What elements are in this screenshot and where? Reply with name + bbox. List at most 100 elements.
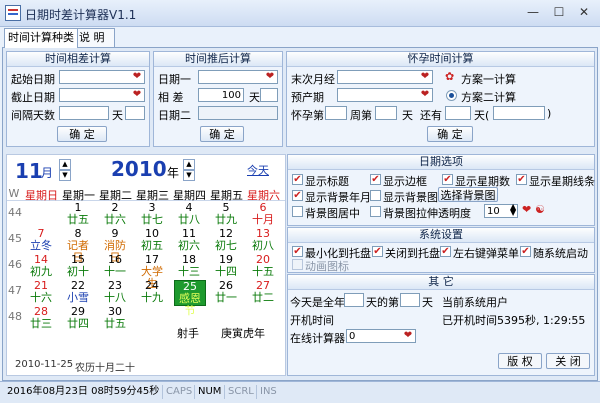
tab-calc-types[interactable]: 时间计算种类: [4, 28, 78, 48]
interval-unit-select[interactable]: [125, 106, 145, 120]
month-down-icon[interactable]: ▼: [59, 170, 71, 181]
checkbox-close-to-tray[interactable]: ✔: [372, 246, 383, 257]
checkbox-show-weeklines[interactable]: ✔: [516, 174, 527, 185]
week-number: 47: [8, 284, 22, 297]
lunar-label: 十八: [104, 291, 126, 304]
due-date-picker-icon[interactable]: ❤: [419, 89, 431, 101]
day-cell[interactable]: 16 十一: [100, 254, 130, 278]
day-cell[interactable]: 30 廿五: [100, 306, 130, 330]
last-period-label: 末次月经: [291, 73, 335, 86]
day-cell[interactable]: 28 廿三: [26, 306, 56, 330]
day-cell[interactable]: 6 十月: [248, 202, 278, 226]
online-calc-dropdown-icon[interactable]: ❤: [402, 330, 414, 342]
opacity-spinner-icon[interactable]: ▲ ▼: [510, 203, 516, 217]
interval-label: 间隔天数: [11, 109, 55, 122]
day-cell[interactable]: 18 十三: [174, 254, 204, 278]
month-up-icon[interactable]: ▲: [59, 159, 71, 170]
option1-label[interactable]: 方案一计算: [461, 71, 516, 87]
option2-label[interactable]: 方案二计算: [461, 89, 516, 105]
checkbox-show-bg-image[interactable]: [370, 190, 381, 201]
day-cell[interactable]: 25 感恩节: [174, 280, 206, 317]
panel-system: 系统设置 ✔ 最小化到托盘 ✔ 关闭到托盘 ✔ 左右键弹菜单 ✔ 随系统启动 动…: [287, 227, 595, 273]
day-cell[interactable]: 23 十八: [100, 280, 130, 304]
app-window: 日期时差计算器V1.1 — ☐ ✕ 时间计算种类 说 明 时间相差计算 起始日期…: [0, 0, 600, 403]
diff-confirm-button[interactable]: 确 定: [57, 126, 107, 142]
checkbox-bg-stretch[interactable]: [370, 206, 381, 217]
interval-days-field[interactable]: [59, 106, 109, 120]
end-date-picker-icon[interactable]: ❤: [131, 89, 143, 101]
day-grid: 44 1 廿五 2 廿六 3 廿七 4 廿八 5 廿九 6 十月 45 7 立冬 8 记者日 9 消防日 10 初五 11 初…: [7, 202, 285, 332]
day-cell[interactable]: 27 廿二: [248, 280, 278, 304]
day-cell[interactable]: 21 十六: [26, 280, 56, 304]
maximize-button[interactable]: ☐: [547, 3, 571, 21]
month-number: 11: [15, 159, 43, 183]
day-cell[interactable]: 5 廿九: [211, 202, 241, 226]
day-cell[interactable]: 24 十九: [137, 280, 167, 304]
year-day-field: [344, 293, 364, 307]
day-cell[interactable]: 20 十五: [248, 254, 278, 278]
preg-confirm-button[interactable]: 确 定: [427, 126, 473, 142]
online-calc-label: 在线计算器: [290, 332, 345, 345]
day-cell[interactable]: 2 廿六: [100, 202, 130, 226]
day-cell[interactable]: 4 廿八: [174, 202, 204, 226]
start-date-picker-icon[interactable]: ❤: [131, 71, 143, 83]
week-number: 44: [8, 206, 22, 219]
date1-picker-icon[interactable]: ❤: [264, 71, 276, 83]
day-cell[interactable]: 26 廿一: [211, 280, 241, 304]
close-button[interactable]: ✕: [572, 3, 596, 21]
day-cell[interactable]: 10 初五: [137, 228, 167, 252]
diff-label: 相 差: [158, 91, 184, 104]
select-bg-button[interactable]: 选择背景图: [438, 187, 498, 202]
weekday-header: W 星期日 星期一 星期二 星期三 星期四 星期五 星期六: [7, 185, 285, 202]
checkbox-autostart[interactable]: ✔: [520, 246, 531, 257]
start-date-label: 起始日期: [11, 73, 55, 86]
today-link[interactable]: 今天: [247, 162, 269, 178]
ganzhi-label: 庚寅虎年: [221, 327, 265, 340]
day-cell[interactable]: 12 初七: [211, 228, 241, 252]
day-cell[interactable]: 9 消防日: [100, 228, 130, 264]
checkbox-bg-center[interactable]: [292, 206, 303, 217]
day-cell[interactable]: 22 小雪: [63, 280, 93, 304]
shift-confirm-button[interactable]: 确 定: [200, 126, 244, 142]
checkbox-show-title[interactable]: ✔: [292, 174, 303, 185]
remain-unit: 天(: [474, 109, 490, 122]
panel-date-shift: 时间推后计算 日期一 ❤ 相 差 100 天 日期二 确 定: [153, 51, 283, 147]
close-to-tray-label: 关闭到托盘: [385, 247, 440, 260]
year-up-icon[interactable]: ▲: [183, 159, 195, 170]
checkbox-show-weekno[interactable]: ✔: [442, 174, 453, 185]
window-title: 日期时差计算器V1.1: [25, 8, 137, 22]
day-cell[interactable]: 15 初十: [63, 254, 93, 278]
option2-radio[interactable]: [446, 90, 457, 101]
checkbox-show-bg-year[interactable]: ✔: [292, 190, 303, 201]
anim-icon-label: 动画图标: [305, 260, 349, 273]
lunar-label: 初六: [178, 239, 200, 252]
checkbox-min-to-tray[interactable]: ✔: [292, 246, 303, 257]
show-border-label: 显示边框: [383, 175, 427, 188]
last-period-picker-icon[interactable]: ❤: [419, 71, 431, 83]
day-cell[interactable]: 17 大学生: [137, 254, 167, 290]
day-cell[interactable]: 13 初八: [248, 228, 278, 252]
day-cell[interactable]: 7 立冬: [26, 228, 56, 252]
day-cell[interactable]: 8 记者日: [63, 228, 93, 264]
checkbox-lr-menu[interactable]: ✔: [440, 246, 451, 257]
diff-value-field[interactable]: 100: [198, 88, 244, 102]
day-cell[interactable]: 3 廿七: [137, 202, 167, 226]
show-bg-year-label: 显示背景年月: [305, 191, 371, 204]
checkbox-show-border[interactable]: ✔: [370, 174, 381, 185]
minimize-button[interactable]: —: [521, 3, 545, 21]
lunar-label: 大学生: [141, 265, 163, 290]
year-down-icon[interactable]: ▼: [183, 170, 195, 181]
day-cell[interactable]: 14 初九: [26, 254, 56, 278]
diff-unit-select[interactable]: [260, 88, 278, 102]
boot-time-label: 开机时间: [290, 314, 334, 327]
copyright-button[interactable]: 版 权: [498, 353, 542, 369]
day-cell[interactable]: 29 廿四: [63, 306, 93, 330]
lunar-label: 十五: [252, 265, 274, 278]
day-cell[interactable]: 11 初六: [174, 228, 204, 252]
close-app-button[interactable]: 关 闭: [546, 353, 590, 369]
opacity-reset-icon[interactable]: ☯: [535, 203, 545, 216]
tab-help[interactable]: 说 明: [75, 28, 115, 47]
week-label: 周第: [350, 109, 372, 122]
day-cell[interactable]: 19 十四: [211, 254, 241, 278]
day-cell[interactable]: 1 廿五: [63, 202, 93, 226]
